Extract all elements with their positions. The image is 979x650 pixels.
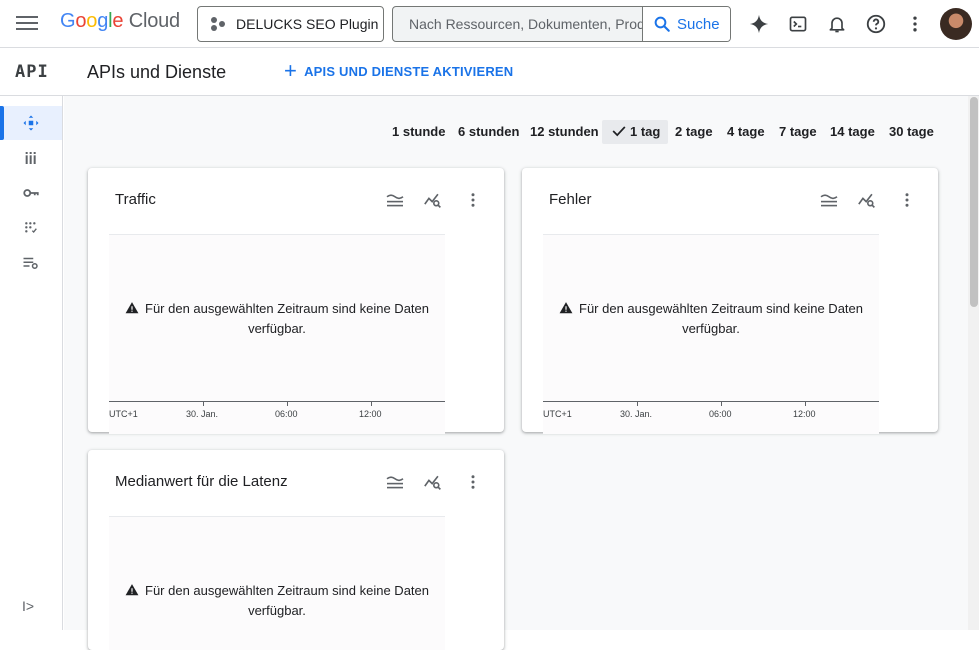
project-picker[interactable]: DELUCKS SEO Plugin (197, 6, 384, 42)
search-input[interactable] (393, 7, 642, 41)
range-4d[interactable]: 4 tage (727, 120, 765, 144)
search-box: Suche (392, 6, 731, 42)
legend-toggle-icon[interactable] (817, 188, 841, 212)
x-tick-label: UTC+1 (109, 409, 138, 419)
check-icon (612, 126, 626, 137)
gemini-icon[interactable] (745, 10, 773, 38)
explore-chart-icon[interactable] (421, 188, 445, 212)
page-title: APIs und Dienste (87, 62, 227, 82)
search-button[interactable]: Suche (642, 7, 730, 41)
nav-page-usage-agreements[interactable] (0, 246, 62, 280)
x-tick-label: 06:00 (709, 409, 732, 419)
card-title: Medianwert für die Latenz (115, 473, 288, 490)
no-data-line1: Für den ausgewählten Zeitraum sind keine… (145, 583, 429, 598)
user-avatar[interactable] (940, 8, 972, 40)
side-nav (0, 96, 63, 630)
no-data-message: Für den ausgewählten Zeitraum sind keine… (109, 581, 445, 621)
card-more-icon[interactable] (461, 470, 485, 494)
key-icon (23, 189, 39, 197)
dashboard-icon (23, 115, 39, 131)
latency-card: Medianwert für die Latenz Für den ausgew… (88, 450, 504, 650)
range-7d[interactable]: 7 tage (779, 120, 817, 144)
enable-apis-label: APIS UND DIENSTE AKTIVIEREN (304, 63, 514, 79)
nav-oauth-consent[interactable] (0, 211, 62, 245)
warning-icon (125, 584, 139, 596)
nav-credentials[interactable] (0, 176, 62, 210)
no-data-line2: verfügbar. (248, 321, 306, 336)
explore-chart-icon[interactable] (855, 188, 879, 212)
x-tick-label: 12:00 (793, 409, 816, 419)
x-axis (109, 401, 445, 402)
range-30d[interactable]: 30 tage (889, 120, 934, 144)
logo-google: Google (60, 10, 124, 32)
consent-icon (25, 222, 37, 233)
x-tick (805, 401, 806, 406)
x-tick-label: 06:00 (275, 409, 298, 419)
no-data-line1: Für den ausgewählten Zeitraum sind keine… (145, 301, 429, 316)
x-tick (203, 401, 204, 406)
card-more-icon[interactable] (461, 188, 485, 212)
card-title: Traffic (115, 191, 156, 208)
x-tick-label: 30. Jan. (186, 409, 219, 419)
range-6h[interactable]: 6 stunden (458, 120, 519, 144)
no-data-line2: verfügbar. (682, 321, 740, 336)
x-tick (637, 401, 638, 406)
project-name: DELUCKS SEO Plugin (236, 16, 379, 32)
search-button-label: Suche (677, 15, 720, 33)
warning-icon (125, 302, 139, 314)
no-data-line1: Für den ausgewählten Zeitraum sind keine… (579, 301, 863, 316)
library-icon (25, 152, 36, 164)
no-data-line2: verfügbar. (248, 603, 306, 618)
main-menu-icon[interactable] (16, 13, 38, 35)
range-2d[interactable]: 2 tage (675, 120, 713, 144)
notifications-icon[interactable] (823, 10, 851, 38)
chart-area: Für den ausgewählten Zeitraum sind keine… (109, 234, 445, 434)
expand-nav-icon[interactable]: I> (22, 598, 34, 614)
card-title: Fehler (549, 191, 592, 208)
card-more-icon[interactable] (895, 188, 919, 212)
x-tick (371, 401, 372, 406)
logo-cloud: Cloud (128, 10, 180, 32)
x-tick-label: UTC+1 (543, 409, 572, 419)
top-bar: Google Cloud DELUCKS SEO Plugin Suche (0, 0, 979, 48)
nav-dashboard[interactable] (0, 106, 62, 140)
no-data-message: Für den ausgewählten Zeitraum sind keine… (109, 299, 445, 339)
help-icon[interactable] (862, 10, 890, 38)
explore-chart-icon[interactable] (421, 470, 445, 494)
warning-icon (559, 302, 573, 314)
plus-icon: + (284, 58, 298, 83)
x-tick (721, 401, 722, 406)
chart-area: Für den ausgewählten Zeitraum sind keine… (543, 234, 879, 434)
more-options-icon[interactable] (901, 10, 929, 38)
no-data-message: Für den ausgewählten Zeitraum sind keine… (543, 299, 879, 339)
errors-card: Fehler Für den ausgewählten Zeitraum sin… (522, 168, 938, 434)
range-14d[interactable]: 14 tage (830, 120, 875, 144)
legend-toggle-icon[interactable] (383, 188, 407, 212)
x-axis (543, 401, 879, 402)
range-1d[interactable]: 1 tag (602, 120, 669, 144)
x-tick-label: 30. Jan. (620, 409, 653, 419)
scrollbar-thumb[interactable] (970, 97, 978, 307)
range-1d-label: 1 tag (630, 124, 661, 139)
project-icon (210, 16, 226, 32)
range-12h[interactable]: 12 stunden (530, 120, 599, 144)
range-1h[interactable]: 1 stunde (392, 120, 445, 144)
google-cloud-logo[interactable]: Google Cloud (60, 10, 180, 33)
x-tick (287, 401, 288, 406)
traffic-card: Traffic Für den ausgewählten Zeitraum si… (88, 168, 504, 434)
settings-list-icon (23, 257, 38, 269)
search-icon (654, 16, 670, 32)
nav-library[interactable] (0, 141, 62, 175)
cloud-shell-icon[interactable] (784, 10, 812, 38)
x-tick-label: 12:00 (359, 409, 382, 419)
enable-apis-button[interactable]: + APIS UND DIENSTE AKTIVIEREN (284, 58, 514, 83)
legend-toggle-icon[interactable] (383, 470, 407, 494)
api-product-logo: API (15, 62, 49, 82)
